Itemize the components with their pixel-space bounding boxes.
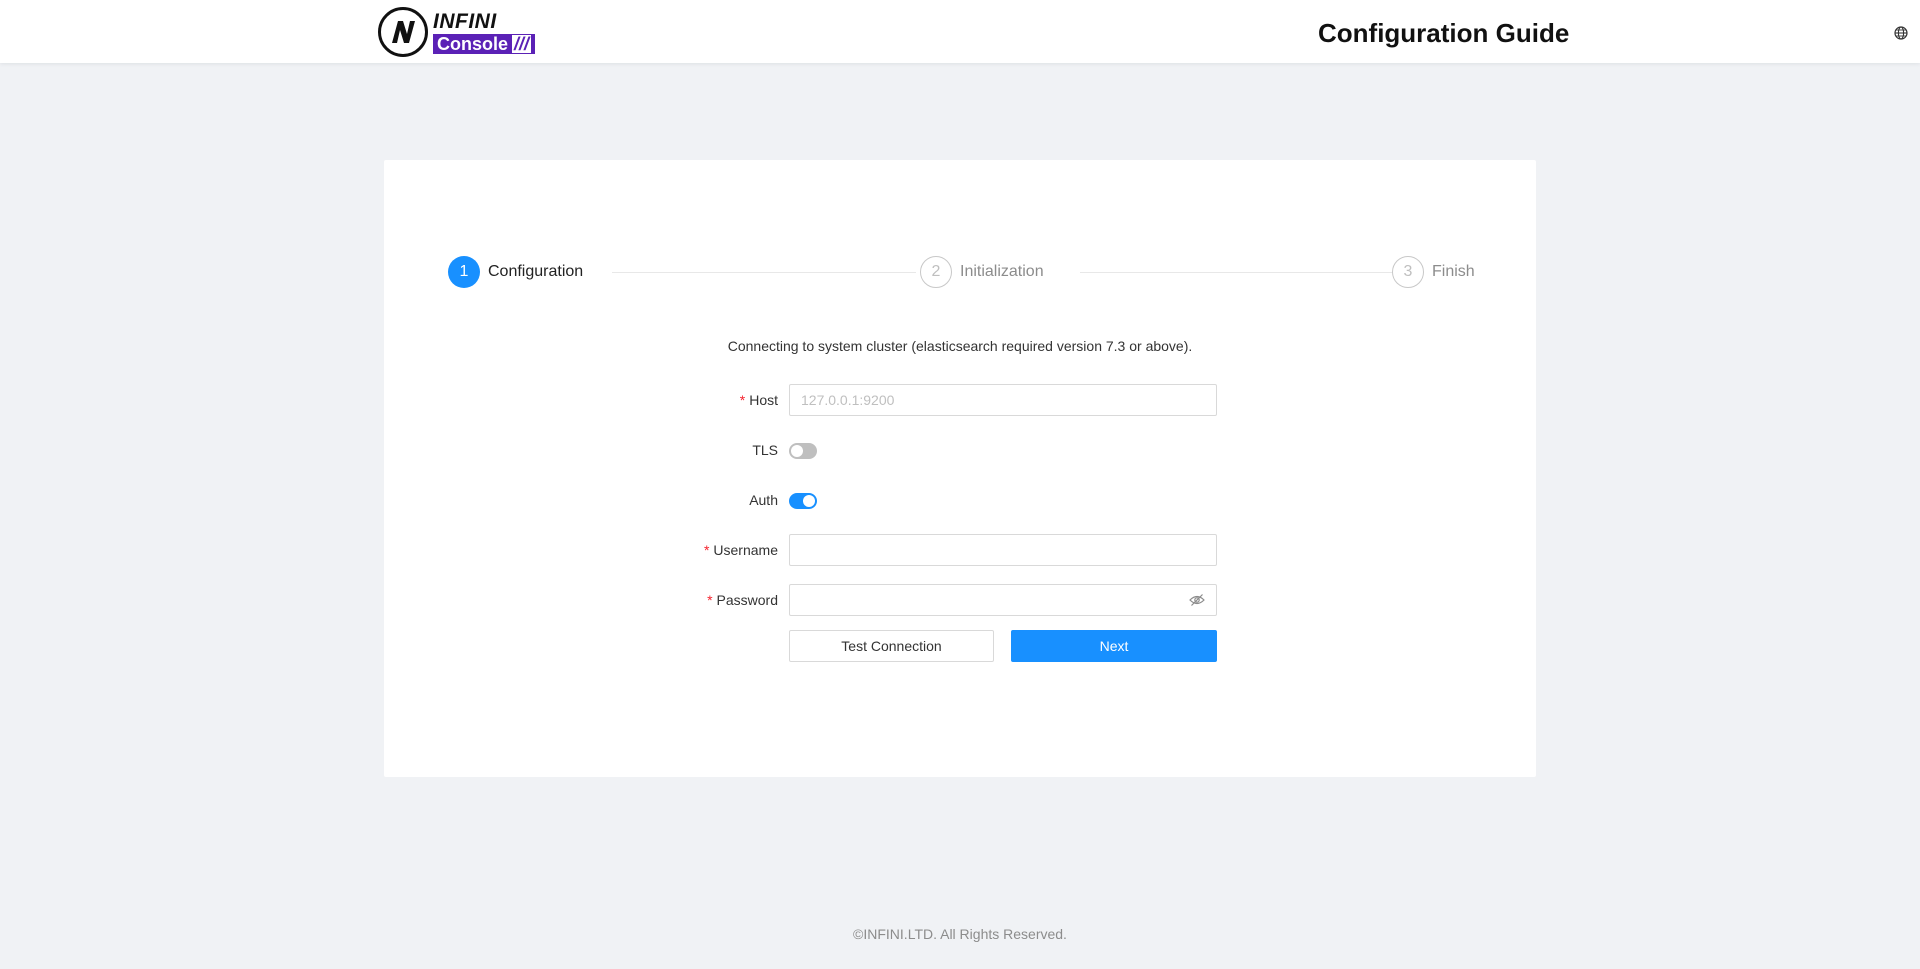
setup-card: 1 Configuration 2 Initialization 3 Finis…	[384, 160, 1536, 777]
toggle-knob	[803, 495, 815, 507]
step-configuration: 1 Configuration	[448, 256, 583, 288]
username-input[interactable]	[789, 534, 1217, 566]
logo-stripes: ///	[512, 33, 532, 54]
step-3-indicator: 3	[1392, 256, 1424, 288]
top-header: INFINI Console /// Configuration Guide	[0, 0, 1920, 63]
step-1-label: Configuration	[488, 263, 584, 280]
step-finish: 3 Finish	[1392, 256, 1475, 288]
required-mark: *	[739, 392, 746, 408]
required-mark: *	[707, 592, 713, 608]
eye-invisible-icon[interactable]	[1189, 593, 1205, 607]
logo-text-console: Console ///	[433, 33, 536, 54]
host-row: * Host	[384, 384, 1536, 416]
tls-toggle[interactable]	[789, 443, 817, 459]
step-2-indicator: 2	[920, 256, 952, 288]
username-row: * Username	[384, 534, 1536, 566]
step-connector-2	[1080, 272, 1394, 273]
password-input[interactable]	[789, 584, 1217, 616]
steps-progress: 1 Configuration 2 Initialization 3 Finis…	[448, 256, 1475, 288]
test-connection-button[interactable]: Test Connection	[789, 630, 994, 662]
username-label: * Username	[703, 542, 778, 558]
auth-toggle[interactable]	[789, 493, 817, 509]
step-2-label: Initialization	[960, 263, 1044, 280]
infini-console-logo[interactable]: INFINI Console ///	[378, 6, 536, 58]
toggle-knob	[791, 445, 803, 457]
form-intro-text: Connecting to system cluster (elasticsea…	[727, 338, 1193, 354]
next-button[interactable]: Next	[1011, 630, 1217, 662]
tls-label: TLS	[752, 442, 778, 458]
step-1-indicator: 1	[448, 256, 480, 288]
step-3-label: Finish	[1432, 263, 1475, 280]
tls-row: TLS	[384, 434, 1536, 466]
password-row: * Password	[384, 584, 1536, 616]
required-mark: *	[703, 542, 710, 558]
host-label: * Host	[739, 392, 778, 408]
actions-row: Test Connection Next	[384, 630, 1536, 662]
logo-text-infini: INFINI	[433, 9, 497, 33]
auth-label: Auth	[749, 492, 778, 508]
step-connector-1	[612, 272, 916, 273]
infini-logo-icon	[378, 7, 428, 57]
password-label: * Password	[707, 592, 778, 608]
page-title: Configuration Guide	[1318, 18, 1570, 48]
auth-row: Auth	[384, 484, 1536, 516]
footer-copyright: ©INFINI.LTD. All Rights Reserved.	[853, 926, 1067, 942]
host-input[interactable]	[789, 384, 1217, 416]
step-initialization: 2 Initialization	[920, 256, 1044, 288]
language-globe-icon[interactable]	[1894, 26, 1908, 40]
